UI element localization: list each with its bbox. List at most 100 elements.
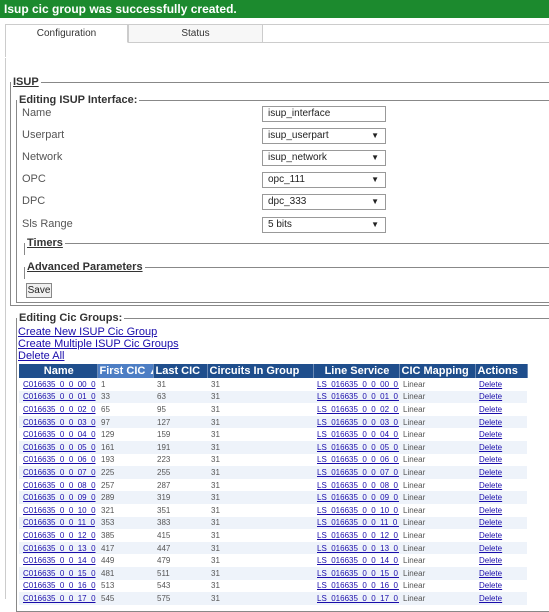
line-service-link[interactable]: LS_016635_0_0_00_0_E1: [313, 378, 399, 391]
line-service-link[interactable]: LS_016635_0_0_07_0_E1: [313, 466, 399, 479]
network-value: isup_network: [268, 152, 327, 163]
line-service-link[interactable]: LS_016635_0_0_16_0_E1: [313, 580, 399, 593]
line-service-link[interactable]: LS_016635_0_0_12_0_E1: [313, 529, 399, 542]
column-header-circuits[interactable]: Circuits In Group: [207, 364, 314, 378]
delete-link[interactable]: Delete: [475, 466, 527, 479]
cic-group-name-link[interactable]: C016635_0_0_15_0: [19, 566, 97, 580]
userpart-label: Userpart: [22, 129, 65, 141]
cic-group-name-link[interactable]: C016635_0_0_08_0: [19, 479, 97, 492]
cic-group-name-link[interactable]: C016635_0_0_17_0: [19, 592, 97, 605]
column-header-line-service[interactable]: Line Service: [313, 364, 400, 378]
line-service-link[interactable]: LS_016635_0_0_08_0_E1: [313, 479, 399, 492]
circuits-cell: 31: [211, 480, 220, 490]
first-cic-cell: 257: [101, 480, 115, 490]
userpart-select[interactable]: isup_userpart ▼: [262, 128, 386, 144]
cic-group-name-link[interactable]: C016635_0_0_06_0: [19, 454, 97, 467]
line-service-link[interactable]: LS_016635_0_0_02_0_E1: [313, 403, 399, 416]
last-cic-cell: 319: [153, 491, 207, 504]
cic-group-name-link[interactable]: C016635_0_0_14_0: [19, 554, 97, 567]
first-cic-cell: 417: [97, 541, 153, 555]
delete-link[interactable]: Delete: [475, 592, 527, 605]
cic-group-name-link[interactable]: C016635_0_0_00_0: [19, 378, 97, 391]
cic-group-name-link[interactable]: C016635_0_0_10_0: [19, 504, 97, 517]
cic-group-name-link[interactable]: C016635_0_0_01_0: [19, 390, 97, 404]
name-input[interactable]: isup_interface: [262, 106, 386, 122]
line-service-link[interactable]: LS_016635_0_0_17_0_E1: [313, 592, 399, 605]
cic-mapping-cell: Linear: [403, 505, 426, 515]
circuits-cell: 31: [211, 430, 220, 440]
table-row: C016635_0_0_03_0 97 127 31 LS_016635_0_0_03_…: [19, 415, 527, 429]
line-service-link[interactable]: LS_016635_0_0_05_0_E1: [313, 440, 399, 454]
sls-range-select[interactable]: 5 bits ▼: [262, 217, 386, 233]
delete-link[interactable]: Delete: [475, 580, 527, 593]
cic-group-name-link[interactable]: C016635_0_0_12_0: [19, 529, 97, 542]
dpc-value: dpc_333: [268, 196, 307, 207]
line-service-link[interactable]: LS_016635_0_0_13_0_E1: [313, 541, 399, 555]
table-row: C016635_0_0_16_0 513 543 31 LS_016635_0_0_16…: [19, 580, 527, 593]
line-service-link[interactable]: LS_016635_0_0_01_0_E1: [313, 390, 399, 404]
first-cic-cell: 129: [101, 430, 115, 440]
line-service-link[interactable]: LS_016635_0_0_03_0_E1: [313, 415, 399, 429]
tab-bar: Configuration Status: [5, 24, 549, 57]
line-service-link[interactable]: LS_016635_0_0_09_0_E1: [313, 491, 399, 504]
opc-label: OPC: [22, 173, 46, 185]
delete-link[interactable]: Delete: [475, 516, 527, 530]
delete-link[interactable]: Delete: [475, 378, 527, 391]
delete-link[interactable]: Delete: [475, 415, 527, 429]
delete-link[interactable]: Delete: [475, 440, 527, 454]
delete-link[interactable]: Delete: [475, 403, 527, 416]
line-service-link[interactable]: LS_016635_0_0_15_0_E1: [313, 566, 399, 580]
dpc-select[interactable]: dpc_333 ▼: [262, 194, 386, 210]
tab-configuration[interactable]: Configuration: [6, 25, 128, 43]
line-service-link[interactable]: LS_016635_0_0_04_0_E1: [313, 428, 399, 441]
circuits-cell: 31: [211, 379, 220, 389]
timers-legend[interactable]: Timers: [25, 237, 65, 249]
line-service-link[interactable]: LS_016635_0_0_10_0_E1: [313, 504, 399, 517]
delete-link[interactable]: Delete: [475, 390, 527, 404]
first-cic-cell: 65: [101, 404, 110, 414]
delete-link[interactable]: Delete: [475, 504, 527, 517]
save-button[interactable]: Save: [26, 283, 52, 298]
cic-mapping-cell: Linear: [403, 480, 426, 490]
last-cic-cell: 255: [153, 466, 207, 479]
delete-link[interactable]: Delete: [475, 479, 527, 492]
cic-group-name-link[interactable]: C016635_0_0_09_0: [19, 491, 97, 504]
column-header-last-cic[interactable]: Last CIC: [153, 364, 208, 378]
first-cic-cell: 33: [97, 390, 153, 404]
advanced-parameters-legend[interactable]: Advanced Parameters: [25, 261, 145, 273]
delete-link[interactable]: Delete: [475, 428, 527, 441]
cic-group-name-link[interactable]: C016635_0_0_13_0: [19, 541, 97, 555]
delete-all-link[interactable]: Delete All: [18, 350, 64, 362]
column-header-name[interactable]: Name: [19, 364, 98, 378]
delete-link[interactable]: Delete: [475, 541, 527, 555]
column-header-cic-mapping[interactable]: CIC Mapping: [399, 364, 476, 378]
cic-group-name-link[interactable]: C016635_0_0_11_0: [19, 516, 97, 530]
line-service-link[interactable]: LS_016635_0_0_11_0_E1: [313, 516, 399, 530]
last-cic-cell: 95: [157, 404, 166, 414]
cic-group-name-link[interactable]: C016635_0_0_04_0: [19, 428, 97, 441]
line-service-link[interactable]: LS_016635_0_0_06_0_E1: [313, 454, 399, 467]
cic-group-name-link[interactable]: C016635_0_0_02_0: [19, 403, 97, 416]
delete-link[interactable]: Delete: [475, 566, 527, 580]
isup-legend[interactable]: ISUP: [11, 76, 41, 88]
delete-link[interactable]: Delete: [475, 554, 527, 567]
first-cic-cell: 1: [101, 379, 106, 389]
last-cic-cell: 223: [157, 455, 171, 465]
cic-group-name-link[interactable]: C016635_0_0_16_0: [19, 580, 97, 593]
cic-group-name-link[interactable]: C016635_0_0_03_0: [19, 415, 97, 429]
first-cic-cell: 481: [97, 566, 153, 580]
network-select[interactable]: isup_network ▼: [262, 150, 386, 166]
column-header-first-cic[interactable]: First CIC ▲: [97, 364, 154, 378]
cic-group-name-link[interactable]: C016635_0_0_07_0: [19, 466, 97, 479]
delete-link[interactable]: Delete: [475, 529, 527, 542]
network-label: Network: [22, 151, 63, 163]
create-cic-group-link[interactable]: Create New ISUP Cic Group: [18, 326, 157, 338]
line-service-link[interactable]: LS_016635_0_0_14_0_E1: [313, 554, 399, 567]
delete-link[interactable]: Delete: [475, 491, 527, 504]
opc-select[interactable]: opc_111 ▼: [262, 172, 386, 188]
delete-link[interactable]: Delete: [475, 454, 527, 467]
tab-status[interactable]: Status: [128, 25, 263, 43]
last-cic-cell: 447: [153, 541, 207, 555]
create-multiple-cic-groups-link[interactable]: Create Multiple ISUP Cic Groups: [18, 338, 179, 350]
cic-group-name-link[interactable]: C016635_0_0_05_0: [19, 440, 97, 454]
